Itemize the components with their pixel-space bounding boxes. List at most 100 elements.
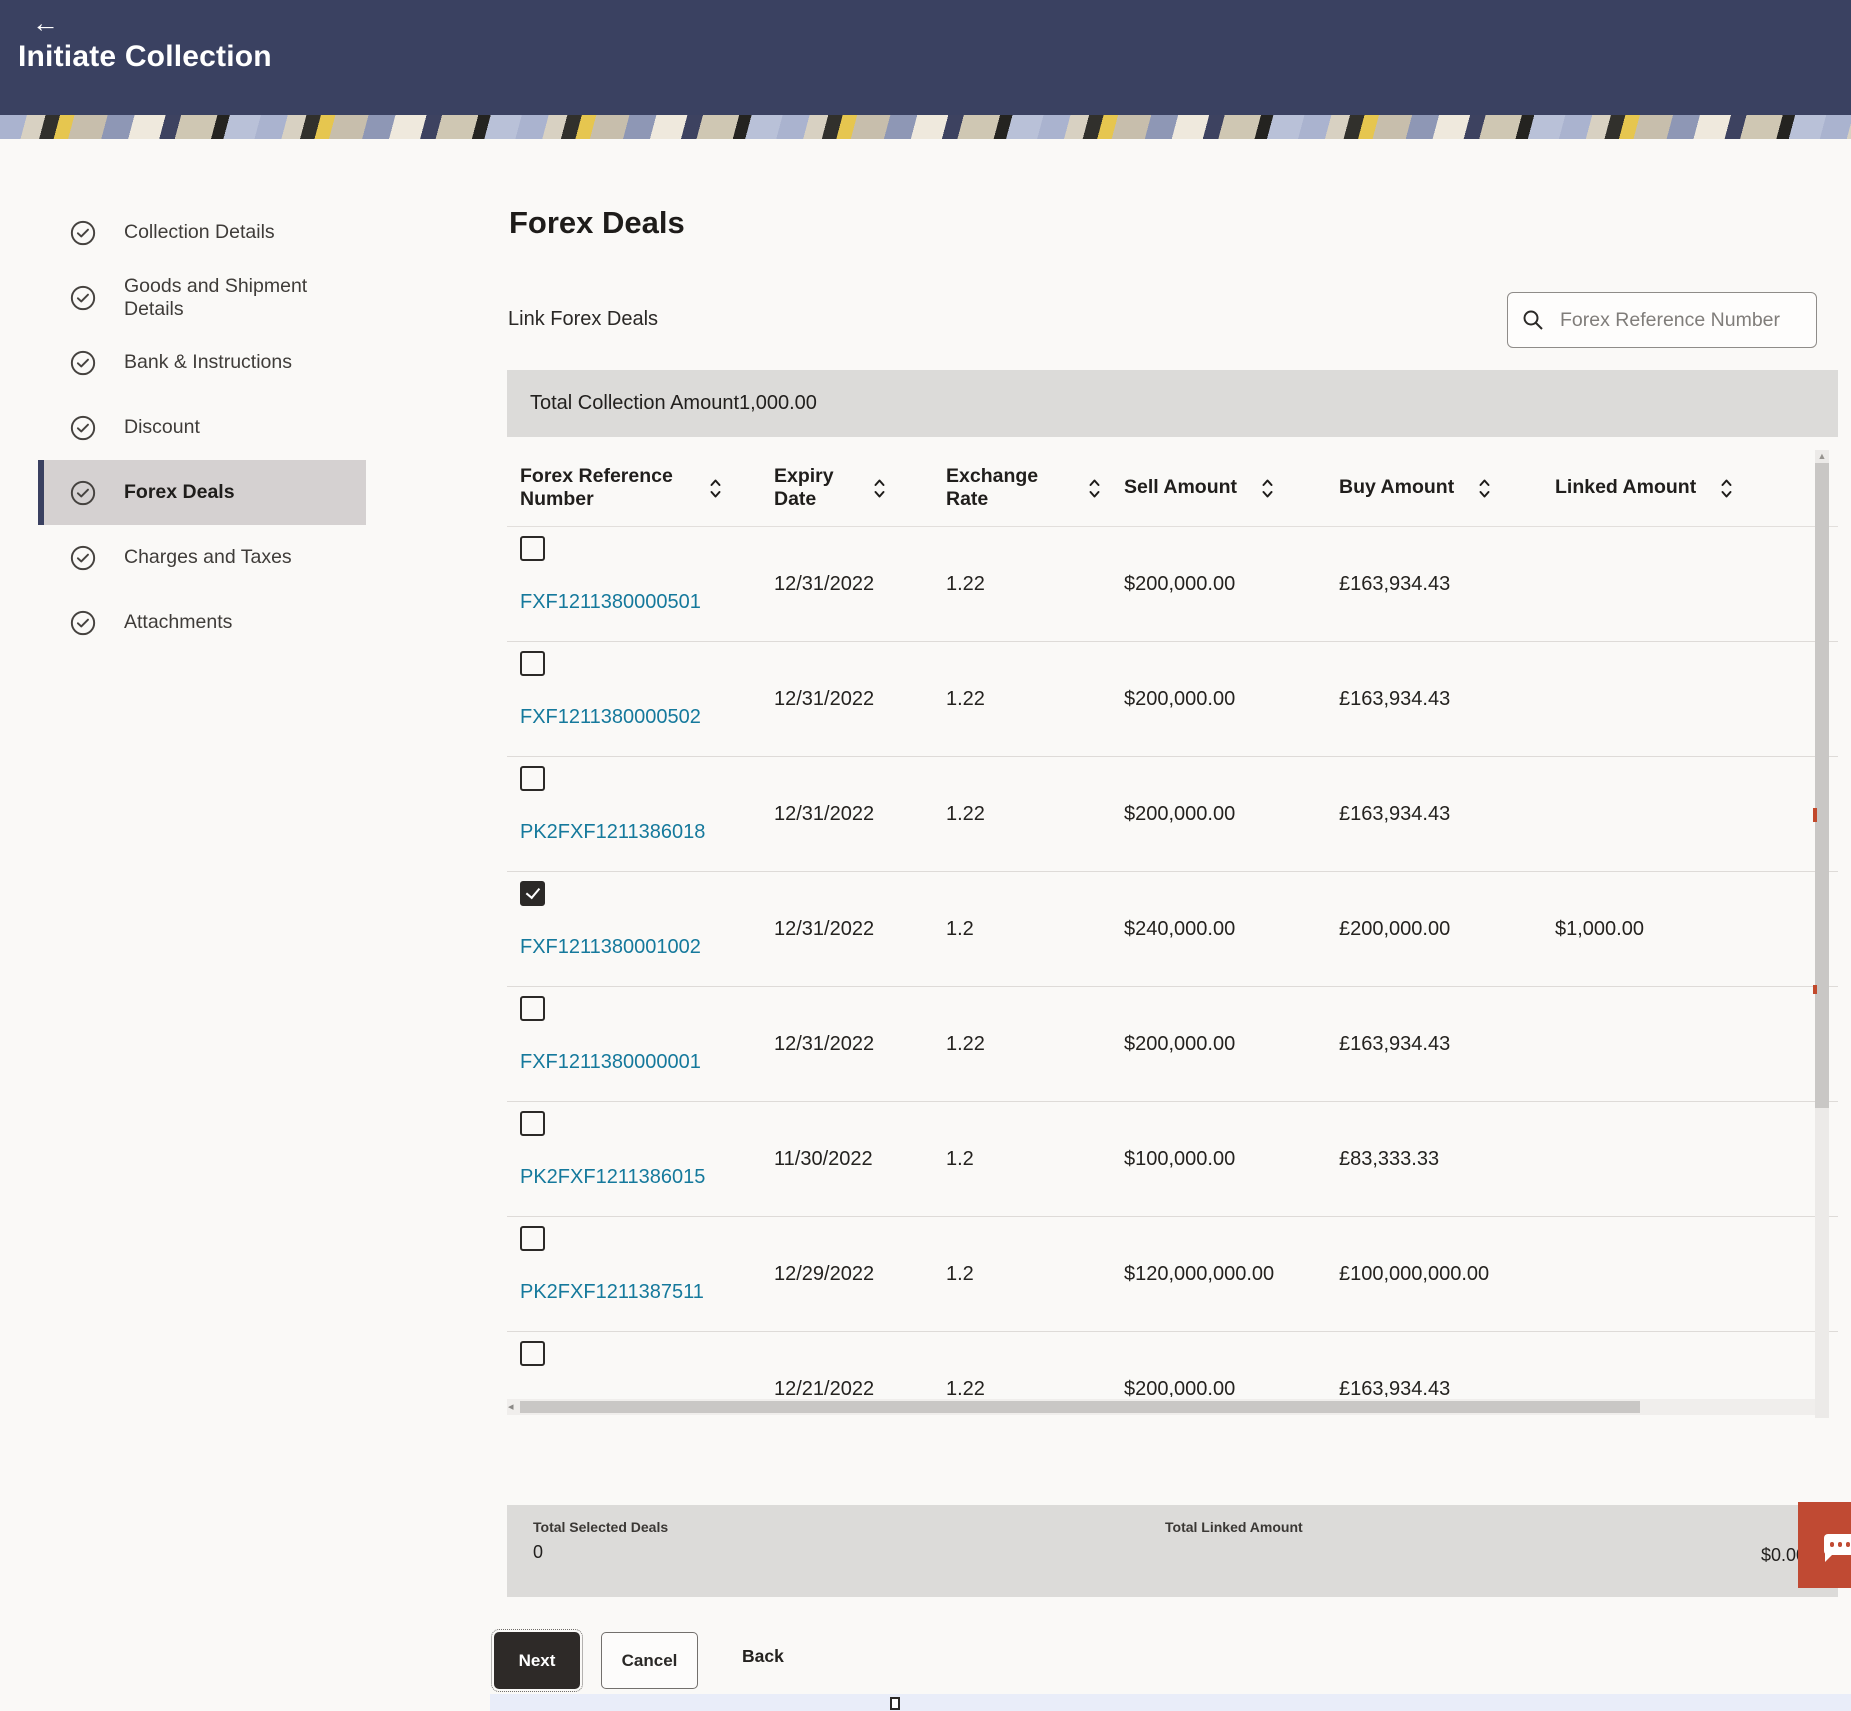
expiry-date-cell: 12/21/2022: [774, 1332, 946, 1397]
check-circle-icon: [70, 415, 96, 441]
chat-button[interactable]: [1798, 1502, 1851, 1588]
steps-sidebar: Collection Details Goods and Shipment De…: [38, 200, 366, 655]
sidebar-step[interactable]: Forex Deals: [38, 460, 366, 525]
sell-amount-cell: $200,000.00: [1124, 527, 1339, 641]
linked-amount-cell: [1555, 757, 1838, 871]
exchange-rate-cell: 1.22: [946, 757, 1124, 871]
column-header[interactable]: Expiry Date: [774, 465, 946, 512]
column-header-label: Linked Amount: [1555, 476, 1696, 499]
sort-icon[interactable]: [1088, 476, 1101, 501]
reference-cell: PK2FXF1211386015: [520, 1102, 774, 1216]
column-header[interactable]: Sell Amount: [1124, 476, 1339, 501]
sidebar-step[interactable]: Collection Details: [38, 200, 366, 265]
exchange-rate-cell: 1.22: [946, 1332, 1124, 1397]
forex-deals-table: Forex Reference Number Expiry Date Excha…: [507, 450, 1838, 1418]
reference-cell: FXF1211380001002: [520, 872, 774, 986]
forex-reference-link[interactable]: FXF1211380000502: [520, 706, 701, 729]
scroll-up-icon[interactable]: ▲: [1818, 451, 1827, 461]
link-forex-deals-label: Link Forex Deals: [508, 308, 658, 331]
expiry-date-cell: 12/29/2022: [774, 1217, 946, 1331]
sort-icon[interactable]: [1261, 476, 1274, 501]
forex-reference-link[interactable]: FXF1211380000501: [520, 591, 701, 614]
sidebar-step[interactable]: Discount: [38, 395, 366, 460]
row-checkbox[interactable]: [520, 1111, 545, 1136]
forex-reference-link[interactable]: PK2FXF1211386015: [520, 1166, 705, 1189]
exchange-rate-cell: 1.22: [946, 642, 1124, 756]
table-row: FXF1211380000501 12/31/2022 1.22 $200,00…: [507, 527, 1838, 642]
row-checkbox[interactable]: [520, 651, 545, 676]
forex-reference-link[interactable]: PK2FXF1211386018: [520, 821, 705, 844]
check-circle-icon: [70, 545, 96, 571]
row-checkbox[interactable]: [520, 996, 545, 1021]
back-link[interactable]: Back: [742, 1646, 784, 1667]
row-checkbox[interactable]: [520, 766, 545, 791]
horizontal-scrollbar[interactable]: ◂: [507, 1399, 1825, 1415]
bottom-strip: [490, 1694, 1851, 1711]
exchange-rate-cell: 1.22: [946, 527, 1124, 641]
buy-amount-cell: £163,934.43: [1339, 527, 1555, 641]
reference-cell: FXF1211380000501: [520, 527, 774, 641]
buy-amount-cell: £163,934.43: [1339, 1332, 1555, 1397]
chat-bubble-icon: [1824, 1534, 1851, 1555]
sidebar-step[interactable]: Bank & Instructions: [38, 330, 366, 395]
reference-cell: PK2FXF1211386018: [520, 757, 774, 871]
reference-cell: PK2FXF1211387511: [520, 1217, 774, 1331]
horizontal-scrollbar-thumb[interactable]: [520, 1401, 1640, 1413]
scrollbar-marker: [1813, 808, 1817, 822]
column-header-label: Buy Amount: [1339, 476, 1454, 499]
search-field[interactable]: [1507, 292, 1817, 348]
sidebar-step[interactable]: Goods and Shipment Details: [38, 265, 366, 330]
buy-amount-cell: £83,333.33: [1339, 1102, 1555, 1216]
reference-cell: FXF1211380000001: [520, 987, 774, 1101]
linked-amount-cell: [1555, 1332, 1838, 1397]
check-circle-icon: [70, 350, 96, 376]
sidebar-step-label: Goods and Shipment Details: [124, 275, 366, 321]
decorative-banner: [0, 115, 1851, 139]
cancel-button[interactable]: Cancel: [601, 1632, 698, 1689]
reference-cell: FXF1211380000502: [520, 642, 774, 756]
table-row: 12/21/2022 1.22 $200,000.00 £163,934.43: [507, 1332, 1838, 1397]
column-header[interactable]: Buy Amount: [1339, 476, 1555, 501]
row-checkbox[interactable]: [520, 536, 545, 561]
sidebar-step-label: Discount: [124, 416, 200, 439]
column-header[interactable]: Exchange Rate: [946, 465, 1124, 512]
sort-icon[interactable]: [1478, 476, 1491, 501]
row-checkbox[interactable]: [520, 1226, 545, 1251]
back-button[interactable]: ←: [28, 6, 63, 41]
buy-amount-cell: £163,934.43: [1339, 757, 1555, 871]
linked-amount-cell: [1555, 1217, 1838, 1331]
exchange-rate-cell: 1.22: [946, 987, 1124, 1101]
sell-amount-cell: $240,000.00: [1124, 872, 1339, 986]
column-header-label: Exchange Rate: [946, 465, 1064, 512]
vertical-scrollbar-thumb[interactable]: [1815, 463, 1829, 1108]
scroll-left-icon[interactable]: ◂: [508, 1399, 514, 1415]
expiry-date-cell: 12/31/2022: [774, 757, 946, 871]
row-checkbox[interactable]: [520, 1341, 545, 1366]
forex-reference-link[interactable]: FXF1211380000001: [520, 1051, 701, 1074]
sidebar-step[interactable]: Charges and Taxes: [38, 525, 366, 590]
app-header: ← Initiate Collection: [0, 0, 1851, 115]
forex-reference-link[interactable]: PK2FXF1211387511: [520, 1281, 704, 1304]
column-header[interactable]: Forex Reference Number: [520, 465, 774, 512]
sell-amount-cell: $120,000,000.00: [1124, 1217, 1339, 1331]
scrollbar-marker: [1813, 985, 1817, 994]
sell-amount-cell: $200,000.00: [1124, 642, 1339, 756]
total-linked-amount-label: Total Linked Amount: [1165, 1519, 1303, 1535]
search-input[interactable]: [1558, 308, 1802, 333]
linked-amount-cell: [1555, 987, 1838, 1101]
sort-icon[interactable]: [1720, 476, 1733, 501]
forex-reference-link[interactable]: FXF1211380001002: [520, 936, 701, 959]
buy-amount-cell: £100,000,000.00: [1339, 1217, 1555, 1331]
column-header[interactable]: Linked Amount: [1555, 476, 1838, 501]
sell-amount-cell: $100,000.00: [1124, 1102, 1339, 1216]
exchange-rate-cell: 1.2: [946, 872, 1124, 986]
sidebar-step[interactable]: Attachments: [38, 590, 366, 655]
initiate-collection-page: ← Initiate Collection Collection Details…: [0, 0, 1851, 1711]
sort-icon[interactable]: [873, 476, 886, 501]
row-checkbox[interactable]: [520, 881, 545, 906]
linked-amount-cell: [1555, 1102, 1838, 1216]
next-button[interactable]: Next: [494, 1632, 580, 1689]
sort-icon[interactable]: [709, 476, 722, 501]
vertical-scrollbar[interactable]: ▲: [1815, 450, 1829, 1418]
table-row: PK2FXF1211386018 12/31/2022 1.22 $200,00…: [507, 757, 1838, 872]
